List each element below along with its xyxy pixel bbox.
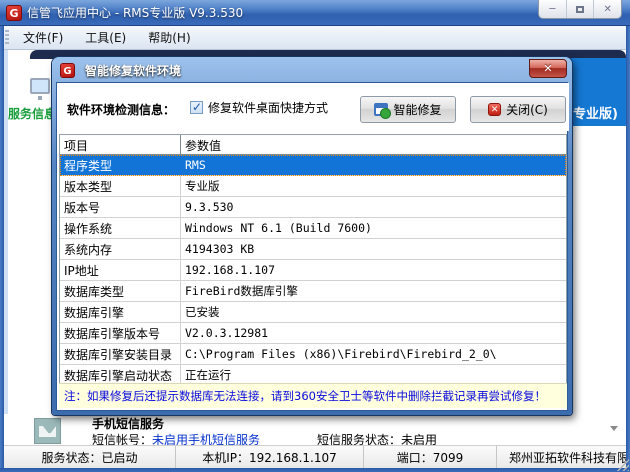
envelope-icon bbox=[34, 418, 61, 444]
row-item-cell: IP地址 bbox=[60, 260, 181, 280]
sms-section-title: 手机短信服务 bbox=[92, 415, 164, 432]
row-item-cell: 数据库引擎启动状态 bbox=[60, 365, 181, 385]
status-copyright: 郑州亚拓软件科技有限公司 版权所有 bbox=[497, 446, 626, 468]
app-logo-icon: G bbox=[6, 5, 22, 21]
row-item-cell: 数据库引擎安装目录 bbox=[60, 344, 181, 364]
window-controls: ─ ✕ bbox=[538, 0, 622, 19]
row-value-cell: Windows NT 6.1 (Build 7600) bbox=[181, 221, 566, 235]
row-value-cell: 正在运行 bbox=[181, 367, 566, 383]
table-row[interactable]: 版本号9.3.530 bbox=[60, 197, 566, 218]
shortcut-checkbox-group[interactable]: 修复软件桌面快捷方式 bbox=[190, 99, 328, 116]
shortcut-checkbox-label[interactable]: 修复软件桌面快捷方式 bbox=[208, 99, 328, 116]
close-action-label: 关闭(C) bbox=[506, 101, 548, 118]
status-service-state: 服务状态：已启动 bbox=[4, 446, 176, 468]
table-row[interactable]: IP地址192.168.1.107 bbox=[60, 260, 566, 281]
row-item-cell: 程序类型 bbox=[60, 155, 181, 175]
menu-help[interactable]: 帮助(H) bbox=[140, 27, 198, 48]
repair-dialog: G 智能修复软件环境 ✕ 软件环境检测信息： 修复软件桌面快捷方式 智能修复 ✕… bbox=[52, 57, 572, 415]
menu-bar: 文件(F) 工具(E) 帮助(H) bbox=[0, 26, 630, 50]
monitor-icon bbox=[30, 78, 50, 94]
env-info-label: 软件环境检测信息： bbox=[67, 101, 175, 118]
table-row[interactable]: 数据库引擎已安装 bbox=[60, 302, 566, 323]
dialog-logo-icon: G bbox=[60, 63, 75, 78]
dialog-close-action-button[interactable]: ✕ 关闭(C) bbox=[470, 96, 566, 123]
repair-window-icon bbox=[374, 103, 388, 116]
service-tab-label[interactable]: 服务信息 bbox=[8, 105, 56, 122]
sms-service-section: 手机短信服务 短信帐号：未启用手机短信服务 短信服务状态：未启用 bbox=[4, 414, 626, 445]
row-item-cell: 版本号 bbox=[60, 197, 181, 217]
dialog-close-button[interactable]: ✕ bbox=[529, 59, 567, 78]
column-header-value[interactable]: 参数值 bbox=[181, 135, 566, 154]
menu-drag-grip[interactable] bbox=[5, 30, 9, 46]
table-row[interactable]: 操作系统Windows NT 6.1 (Build 7600) bbox=[60, 218, 566, 239]
edition-banner: 信管飞RMS(专业版) bbox=[570, 58, 626, 126]
status-bar: 服务状态：已启动 本机IP：192.168.1.107 端口：7099 郑州亚拓… bbox=[4, 445, 626, 468]
row-value-cell: 已安装 bbox=[181, 304, 566, 320]
status-port: 端口：7099 bbox=[364, 446, 497, 468]
row-item-cell: 操作系统 bbox=[60, 218, 181, 238]
table-row[interactable]: 版本类型专业版 bbox=[60, 176, 566, 197]
resize-grip[interactable] bbox=[617, 459, 629, 471]
row-item-cell: 数据库引擎 bbox=[60, 302, 181, 322]
close-x-red-icon: ✕ bbox=[488, 103, 501, 116]
scroll-down-arrow[interactable] bbox=[610, 426, 618, 431]
env-table-body: 程序类型RMS版本类型专业版版本号9.3.530操作系统Windows NT 6… bbox=[60, 155, 566, 386]
window-titlebar: G 信管飞应用中心 - RMS专业版 V9.3.530 bbox=[0, 0, 630, 26]
row-value-cell: FireBird数据库引擎 bbox=[181, 283, 566, 299]
row-value-cell: 9.3.530 bbox=[181, 200, 566, 214]
window-border-bottom bbox=[0, 468, 630, 472]
close-x-icon: ✕ bbox=[543, 62, 552, 75]
window-border-right bbox=[626, 26, 630, 468]
shortcut-checkbox[interactable] bbox=[190, 101, 203, 114]
dialog-client-area: 软件环境检测信息： 修复软件桌面快捷方式 智能修复 ✕ 关闭(C) 项目 参数值 bbox=[56, 82, 568, 411]
note-bar: 注：如果修复后还提示数据库无法连接，请到360安全卫士等软件中删除拦截记录再尝试… bbox=[59, 383, 567, 408]
row-value-cell: 4194303 KB bbox=[181, 242, 566, 256]
row-value-cell: RMS bbox=[181, 158, 566, 172]
table-row[interactable]: 数据库引擎安装目录C:\Program Files (x86)\Firebird… bbox=[60, 344, 566, 365]
dialog-titlebar[interactable]: G 智能修复软件环境 bbox=[54, 59, 570, 82]
menu-file[interactable]: 文件(F) bbox=[15, 27, 71, 48]
dialog-title: 智能修复软件环境 bbox=[85, 62, 181, 79]
row-item-cell: 系统内存 bbox=[60, 239, 181, 259]
smart-repair-button[interactable]: 智能修复 bbox=[360, 96, 456, 123]
row-value-cell: 专业版 bbox=[181, 178, 566, 194]
table-row[interactable]: 数据库引擎版本号V2.0.3.12981 bbox=[60, 323, 566, 344]
row-item-cell: 数据库类型 bbox=[60, 281, 181, 301]
note-text: 注：如果修复后还提示数据库无法连接，请到360安全卫士等软件中删除拦截记录再尝试… bbox=[64, 388, 546, 404]
app-window: G 信管飞应用中心 - RMS专业版 V9.3.530 ─ ✕ 文件(F) 工具… bbox=[0, 0, 630, 472]
row-value-cell: V2.0.3.12981 bbox=[181, 326, 566, 340]
smart-repair-label: 智能修复 bbox=[393, 101, 441, 118]
dialog-control-row: 软件环境检测信息： 修复软件桌面快捷方式 智能修复 ✕ 关闭(C) bbox=[57, 83, 569, 131]
window-title: 信管飞应用中心 - RMS专业版 V9.3.530 bbox=[27, 4, 243, 21]
table-row[interactable]: 数据库类型FireBird数据库引擎 bbox=[60, 281, 566, 302]
row-item-cell: 版本类型 bbox=[60, 176, 181, 196]
status-local-ip: 本机IP：192.168.1.107 bbox=[176, 446, 364, 468]
close-button[interactable]: ✕ bbox=[594, 0, 621, 18]
minimize-button[interactable]: ─ bbox=[539, 0, 567, 18]
table-row[interactable]: 程序类型RMS bbox=[60, 155, 566, 176]
row-item-cell: 数据库引擎版本号 bbox=[60, 323, 181, 343]
maximize-icon bbox=[576, 6, 584, 13]
column-header-item[interactable]: 项目 bbox=[60, 135, 181, 154]
row-value-cell: C:\Program Files (x86)\Firebird\Firebird… bbox=[181, 347, 566, 361]
environment-table: 项目 参数值 程序类型RMS版本类型专业版版本号9.3.530操作系统Windo… bbox=[59, 134, 567, 386]
table-row[interactable]: 系统内存4194303 KB bbox=[60, 239, 566, 260]
maximize-button[interactable] bbox=[567, 0, 595, 18]
row-value-cell: 192.168.1.107 bbox=[181, 263, 566, 277]
table-header-row: 项目 参数值 bbox=[60, 135, 566, 155]
menu-tools[interactable]: 工具(E) bbox=[77, 27, 134, 48]
